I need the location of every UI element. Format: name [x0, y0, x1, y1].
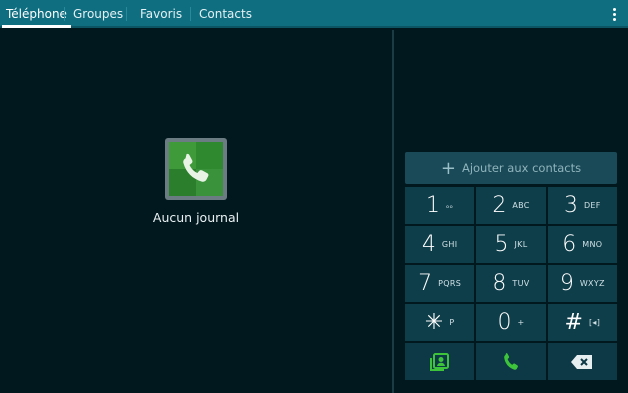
key-digit: 7: [418, 271, 433, 296]
key-5[interactable]: 5 JKL: [476, 226, 546, 263]
key-letters: PQRS: [438, 279, 462, 288]
dial-keypad: 1 ₒₒ 2 ABC 3 DEF 4 GHI 5 JKL 6 MNO 7 PQRS 8 TUV …: [405, 187, 617, 380]
more-vert-icon[interactable]: [608, 6, 620, 22]
phone-handset-icon: [183, 153, 209, 182]
call-button[interactable]: [476, 343, 546, 380]
backspace-icon: [571, 354, 593, 369]
key-8[interactable]: 8 TUV: [476, 265, 546, 302]
key-letters: MNO: [582, 240, 603, 249]
key-letters: JKL: [514, 240, 528, 249]
key-7[interactable]: 7 PQRS: [405, 265, 475, 302]
add-to-contacts-button[interactable]: + Ajouter aux contacts: [405, 152, 617, 184]
tab-separator: [190, 7, 191, 21]
tab-groupes[interactable]: Groupes: [67, 0, 129, 28]
key-digit: 0: [497, 310, 512, 335]
tab-telephone[interactable]: Téléphone: [0, 0, 73, 28]
key-digit: 8: [492, 271, 507, 296]
tab-favoris[interactable]: Favoris: [134, 0, 188, 28]
key-digit: 4: [421, 232, 436, 257]
key-digit: 6: [562, 232, 577, 257]
tab-contacts[interactable]: Contacts: [193, 0, 258, 28]
key-4[interactable]: 4 GHI: [405, 226, 475, 263]
key-letters: P: [449, 318, 455, 327]
hash-symbol: #: [564, 310, 583, 335]
key-hash[interactable]: # [◂]: [547, 304, 617, 341]
key-digit: 2: [492, 193, 507, 218]
asterisk-icon: ✳: [424, 310, 444, 335]
tab-separator: [126, 7, 127, 21]
key-star[interactable]: ✳ P: [405, 304, 475, 341]
key-letters: ABC: [512, 201, 530, 210]
key-2[interactable]: 2 ABC: [476, 187, 546, 224]
key-digit: 3: [563, 193, 578, 218]
call-icon: [504, 352, 518, 370]
empty-log-label: Aucun journal: [152, 210, 240, 225]
dialer-panel: + Ajouter aux contacts 1 ₒₒ 2 ABC 3 DEF 4 GHI…: [394, 30, 628, 393]
key-digit: 5: [494, 232, 509, 257]
key-1[interactable]: 1 ₒₒ: [405, 187, 475, 224]
key-letters: +: [517, 318, 525, 327]
key-letters: WXYZ: [579, 279, 605, 288]
key-letters: [◂]: [588, 318, 601, 327]
key-0[interactable]: 0 +: [476, 304, 546, 341]
phone-log-icon: [165, 138, 227, 200]
key-digit: 9: [559, 271, 574, 296]
voicemail-icon: ₒₒ: [446, 201, 454, 210]
contacts-button[interactable]: [405, 343, 475, 380]
backspace-button[interactable]: [547, 343, 617, 380]
add-to-contacts-label: Ajouter aux contacts: [461, 161, 582, 175]
key-6[interactable]: 6 MNO: [547, 226, 617, 263]
plus-icon: +: [440, 158, 456, 179]
key-letters: TUV: [512, 279, 530, 288]
key-digit: 1: [426, 193, 441, 218]
tab-separator: [64, 7, 65, 21]
key-letters: GHI: [441, 240, 458, 249]
key-3[interactable]: 3 DEF: [547, 187, 617, 224]
key-letters: DEF: [583, 201, 601, 210]
key-9[interactable]: 9 WXYZ: [547, 265, 617, 302]
contacts-icon: [429, 352, 449, 371]
tab-bar: Téléphone Groupes Favoris Contacts: [0, 0, 628, 28]
